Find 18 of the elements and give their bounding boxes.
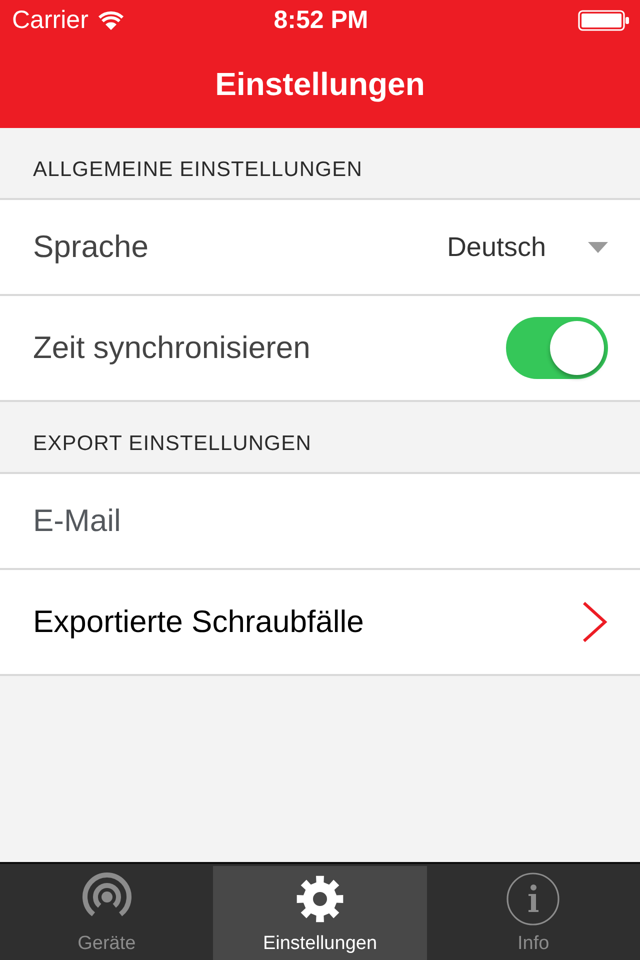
- wifi-icon: [98, 10, 124, 30]
- list-row[interactable]: Exportierte Schraubfälle: [0, 570, 640, 676]
- status-time: 8:52 PM: [274, 5, 368, 35]
- section-header: ALLGEMEINE EINSTELLUNGEN: [33, 158, 362, 182]
- tab[interactable]: Einstellungen: [213, 866, 427, 960]
- row-label: Zeit synchronisieren: [33, 330, 310, 366]
- caret-down-icon: [588, 242, 608, 252]
- email-field[interactable]: E-Mail: [0, 474, 640, 570]
- section-header: EXPORT EINSTELLUNGEN: [33, 432, 312, 456]
- nav-title: Einstellungen: [215, 65, 425, 103]
- battery-icon: [578, 10, 630, 30]
- tab[interactable]: Geräte: [0, 866, 214, 960]
- info-icon: [506, 872, 560, 926]
- row-label: Sprache: [33, 229, 148, 265]
- chevron-right-icon: [582, 601, 608, 643]
- tab[interactable]: Info: [426, 866, 640, 960]
- language-dropdown[interactable]: Deutsch: [446, 231, 608, 263]
- carrier-name: Carrier: [12, 5, 88, 35]
